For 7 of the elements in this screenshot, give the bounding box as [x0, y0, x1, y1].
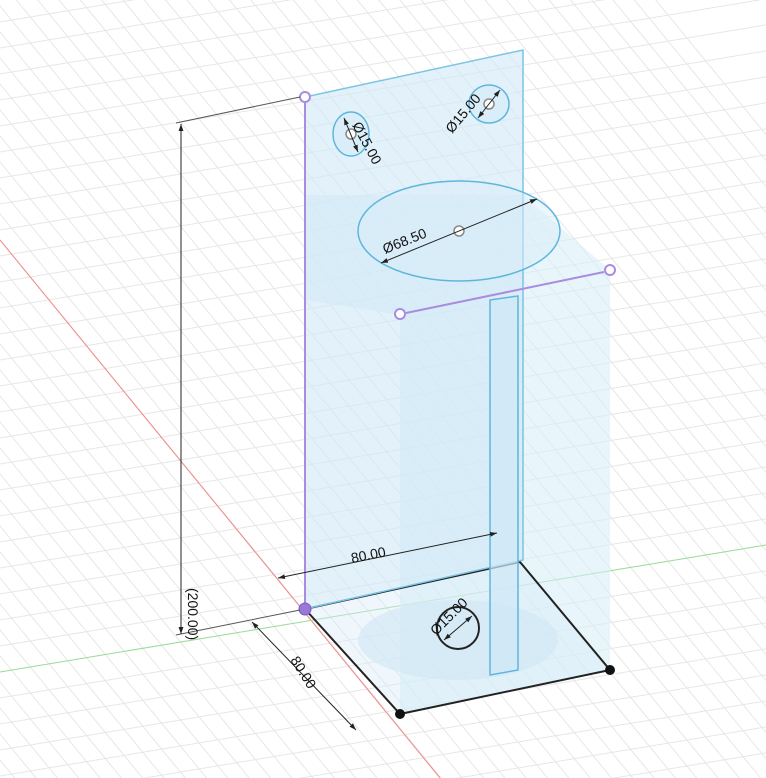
center-point[interactable] — [453, 225, 465, 237]
sketch-point[interactable] — [395, 709, 405, 719]
dimension-label[interactable]: 80.00 — [350, 544, 387, 566]
origin-point[interactable] — [298, 602, 312, 616]
sketch-point[interactable] — [605, 665, 615, 675]
center-point[interactable] — [483, 98, 495, 110]
dimension-label[interactable]: (200.00) — [185, 588, 201, 640]
